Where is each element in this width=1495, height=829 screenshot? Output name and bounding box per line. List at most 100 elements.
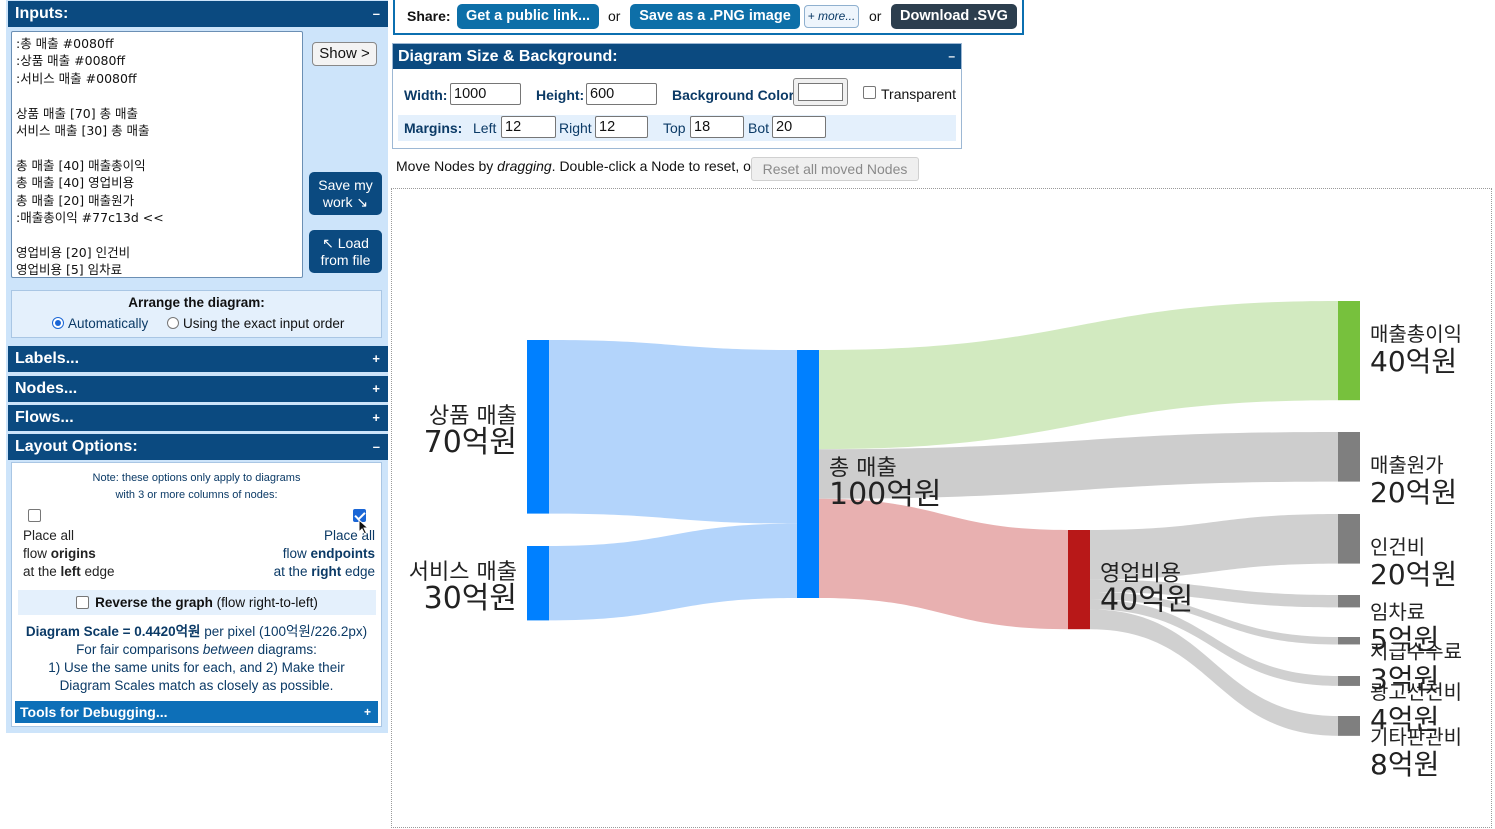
opt-text: at the	[273, 564, 312, 579]
labels-header[interactable]: Labels... +	[8, 346, 388, 372]
margins-row: Margins: Left 12 Right 12 Top 18 Bot 20	[398, 115, 956, 141]
radio-icon[interactable]	[167, 317, 179, 329]
node-value-총매출: 100억원	[829, 477, 941, 512]
node-label-광고선전비: 광고선전비	[1370, 680, 1462, 704]
scale-bold: Diagram Scale = 0.4420억원	[25, 624, 201, 639]
margin-bot-input[interactable]: 20	[772, 116, 826, 138]
layout-options-title: Layout Options:	[15, 438, 138, 455]
margin-left-input[interactable]: 12	[501, 116, 556, 138]
left-panel: Inputs: – :총 매출 #0080ff :상품 매출 #0080ff :…	[6, 0, 388, 733]
node-매출원가[interactable]	[1338, 432, 1360, 482]
hint-em: dragging	[497, 158, 552, 174]
node-value-기타판관비: 8억원	[1370, 748, 1439, 781]
background-color-label: Background Color:	[672, 87, 799, 103]
node-매출총이익[interactable]	[1338, 301, 1360, 401]
flow-총매출-to-영업비용[interactable]	[819, 498, 1068, 630]
collapse-icon[interactable]: –	[373, 434, 380, 460]
note-line: Note: these options only apply to diagra…	[92, 472, 301, 484]
margin-left-label: Left	[473, 120, 497, 136]
public-link-button[interactable]: Get a public link...	[457, 4, 599, 29]
reset-moved-nodes-button[interactable]: Reset all moved Nodes	[751, 157, 919, 181]
reverse-rest: (flow right-to-left)	[212, 595, 318, 610]
expand-icon[interactable]: +	[372, 376, 380, 402]
labels-title: Labels...	[15, 350, 80, 367]
nodes-header[interactable]: Nodes... +	[8, 376, 388, 402]
opt-bold: origins	[50, 546, 96, 561]
sankey-diagram[interactable]: 상품 매출70억원서비스 매출30억원총 매출100억원매출총이익40억원매출원…	[392, 189, 1493, 829]
node-임차료[interactable]	[1338, 595, 1360, 608]
expand-icon[interactable]: +	[372, 346, 380, 372]
inputs-textarea[interactable]: :총 매출 #0080ff :상품 매출 #0080ff :서비스 매출 #00…	[11, 31, 303, 278]
hint-text: . Double-click a Node to reset, or:	[551, 158, 760, 174]
opt-bold: left	[60, 564, 81, 579]
width-input[interactable]: 1000	[450, 83, 521, 105]
color-swatch	[798, 83, 843, 101]
node-서비스매출[interactable]	[527, 546, 549, 621]
height-input[interactable]: 600	[586, 83, 657, 105]
save-work-button[interactable]: Save my work ↘	[309, 172, 382, 215]
inputs-title: Inputs:	[15, 5, 69, 22]
show-button[interactable]: Show >	[312, 42, 377, 66]
hint-text: Move Nodes by	[396, 158, 498, 174]
size-background-panel: Diagram Size & Background: – Width: 1000…	[392, 43, 962, 149]
reverse-graph-checkbox[interactable]	[76, 596, 90, 609]
flows-title: Flows...	[15, 409, 74, 426]
inputs-header[interactable]: Inputs: –	[8, 1, 388, 27]
flow-영업비용-to-기타판관비[interactable]	[1090, 609, 1338, 736]
opt-text: edge	[341, 564, 375, 579]
node-value-서비스매출: 30억원	[424, 581, 517, 616]
node-상품매출[interactable]	[527, 340, 549, 514]
node-기타판관비[interactable]	[1338, 716, 1360, 736]
margin-top-input[interactable]: 18	[690, 116, 744, 138]
layout-options-header[interactable]: Layout Options: –	[8, 434, 388, 460]
node-영업비용[interactable]	[1068, 530, 1090, 630]
layout-options-box: Note: these options only apply to diagra…	[11, 462, 382, 727]
flow-서비스매출-to-총매출[interactable]	[549, 523, 797, 621]
transparent-checkbox[interactable]	[863, 86, 876, 99]
node-value-매출총이익: 40억원	[1370, 345, 1457, 378]
radio-icon[interactable]	[52, 317, 64, 329]
height-label: Height:	[536, 87, 585, 103]
tools-debugging-header[interactable]: Tools for Debugging... +	[15, 701, 378, 723]
size-panel-header[interactable]: Diagram Size & Background: –	[393, 44, 961, 69]
expand-icon[interactable]: +	[364, 701, 371, 723]
margin-right-input[interactable]: 12	[595, 116, 648, 138]
collapse-icon[interactable]: –	[373, 1, 380, 27]
width-label: Width:	[404, 87, 448, 103]
expand-icon[interactable]: +	[372, 405, 380, 431]
margin-top-label: Top	[663, 120, 686, 136]
rule-line: 1) Use the same units for each, and 2) M…	[48, 660, 345, 675]
node-label-매출원가: 매출원가	[1370, 453, 1444, 477]
flows-header[interactable]: Flows... +	[8, 405, 388, 431]
background-color-picker[interactable]	[793, 78, 848, 106]
diagram-scale-info: Diagram Scale = 0.4420억원 per pixel (100억…	[12, 623, 381, 695]
place-origins-checkbox[interactable]	[28, 509, 41, 522]
tools-title: Tools for Debugging...	[20, 704, 168, 720]
download-svg-button[interactable]: Download .SVG	[891, 4, 1017, 29]
node-인건비[interactable]	[1338, 514, 1360, 564]
node-label-기타판관비: 기타판관비	[1370, 725, 1462, 749]
more-button[interactable]: + more...	[804, 5, 859, 28]
flow-총매출-to-매출총이익[interactable]	[819, 301, 1338, 450]
diagram-canvas[interactable]: 상품 매출 70억원 서비스 매출 30억원 총 매출 100억원 매출총이익 40억원 매출원…	[391, 188, 1492, 828]
arrange-box: Arrange the diagram: Automatically Using…	[11, 290, 382, 338]
collapse-icon[interactable]: –	[948, 44, 955, 69]
rule-line: Diagram Scales match as closely as possi…	[59, 678, 334, 693]
load-from-file-button[interactable]: ↖ Load from file	[309, 230, 382, 273]
arrange-auto-option[interactable]: Automatically	[52, 316, 148, 331]
node-지급수수료[interactable]	[1338, 637, 1360, 645]
scale-rest: per pixel (100억원/226.2px)	[200, 624, 368, 639]
node-총매출[interactable]	[797, 350, 819, 598]
reverse-graph-row[interactable]: Reverse the graph (flow right-to-left)	[18, 590, 376, 615]
opt-text: flow	[282, 546, 311, 561]
node-value-인건비: 20억원	[1370, 558, 1457, 591]
node-광고선전비[interactable]	[1338, 676, 1360, 686]
share-bar: Share: Get a public link... or Save as a…	[393, 0, 1024, 35]
flow-상품매출-to-총매출[interactable]	[549, 340, 797, 524]
arrange-title: Arrange the diagram:	[128, 295, 265, 310]
node-label-임차료: 임차료	[1370, 600, 1425, 624]
node-value-영업비용: 40억원	[1100, 583, 1193, 618]
arrange-exact-option[interactable]: Using the exact input order	[167, 316, 344, 331]
save-png-button[interactable]: Save as a .PNG image	[630, 4, 800, 29]
place-origins-label: Place all flow origins at the left edge	[23, 527, 115, 581]
